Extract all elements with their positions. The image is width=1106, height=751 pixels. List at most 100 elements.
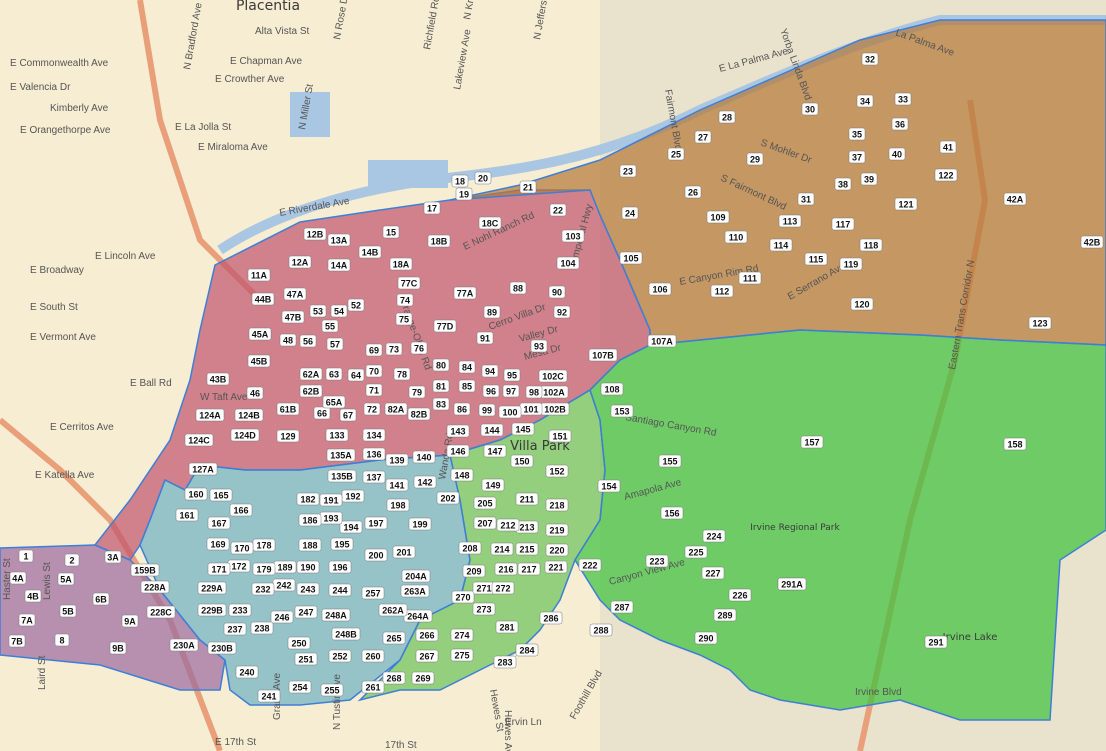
zone-label[interactable]: 77A [453,286,477,300]
zone-label[interactable]: 39 [860,172,878,186]
zone-label[interactable]: 268 [382,671,406,685]
zone-label[interactable]: 192 [341,489,365,503]
zone-label[interactable]: 148 [450,468,474,482]
zone-label[interactable]: 286 [539,611,563,625]
zone-label[interactable]: 157 [800,435,824,449]
zone-label[interactable]: 233 [228,603,252,617]
zone-label[interactable]: 47B [281,310,305,324]
zone-label[interactable]: 190 [296,560,320,574]
zone-label[interactable]: 74 [396,293,414,307]
zone-label[interactable]: 84 [458,360,476,374]
zone-label[interactable]: 89 [483,305,501,319]
zone-label[interactable]: 70 [365,364,383,378]
zone-label[interactable]: 57 [326,337,344,351]
zone-label[interactable]: 113 [778,214,802,228]
zone-label[interactable]: 257 [361,586,385,600]
zone-label[interactable]: 17 [423,201,441,215]
zone-label[interactable]: 118 [859,238,883,252]
zone-label[interactable]: 207 [473,516,497,530]
zone-label[interactable]: 217 [517,562,541,576]
zone-label[interactable]: 156 [660,506,684,520]
zone-label[interactable]: 23 [619,164,637,178]
zone-label[interactable]: 248B [331,627,361,641]
zone-label[interactable]: 40 [888,147,906,161]
zone-label[interactable]: 214 [490,542,514,556]
zone-label[interactable]: 101 [519,402,543,416]
zone-label[interactable]: 94 [481,364,499,378]
zone-label[interactable]: 165 [209,488,233,502]
zone-label[interactable]: 54 [330,304,348,318]
zone-label[interactable]: 225 [684,545,708,559]
zone-label[interactable]: 33 [894,92,912,106]
zone-label[interactable]: 85 [458,379,476,393]
zone-label[interactable]: 145 [511,422,535,436]
zone-label[interactable]: 6B [92,592,110,606]
zone-label[interactable]: 134 [362,428,386,442]
zone-label[interactable]: 18C [478,216,502,230]
zone-label[interactable]: 230A [169,638,199,652]
zone-label[interactable]: 44B [251,292,275,306]
zone-label[interactable]: 135B [327,469,357,483]
zone-label[interactable]: 82B [407,407,431,421]
zone-label[interactable]: 288 [589,623,613,637]
zone-label[interactable]: 62B [299,384,323,398]
zone-label[interactable]: 123 [1028,316,1052,330]
zone-label[interactable]: 88 [509,281,527,295]
zone-label[interactable]: 202 [436,491,460,505]
zone-label[interactable]: 155 [658,454,682,468]
zone-label[interactable]: 64 [347,368,365,382]
zone-label[interactable]: 7A [18,613,36,627]
zone-label[interactable]: 67 [339,408,357,422]
zone-label[interactable]: 26 [684,185,702,199]
zone-label[interactable]: 140 [412,450,436,464]
zone-label[interactable]: 144 [480,423,504,437]
zone-label[interactable]: 38 [834,177,852,191]
zone-label[interactable]: 238 [250,621,274,635]
zone-label[interactable]: 226 [728,588,752,602]
zone-label[interactable]: 19 [455,187,473,201]
zone-label[interactable]: 228C [146,605,176,619]
zone-label[interactable]: 179 [252,562,276,576]
zone-label[interactable]: 240 [235,665,259,679]
zone-label[interactable]: 66 [313,406,331,420]
zone-label[interactable]: 110 [724,230,748,244]
zone-label[interactable]: 12B [303,227,327,241]
zone-label[interactable]: 198 [386,498,410,512]
zone-label[interactable]: 124C [184,433,214,447]
zone-label[interactable]: 96 [482,384,500,398]
zone-label[interactable]: 158 [1003,437,1027,451]
zone-label[interactable]: 227 [701,566,725,580]
zone-label[interactable]: 45B [247,354,271,368]
zone-label[interactable]: 61B [276,402,300,416]
zone-label[interactable]: 12A [288,255,312,269]
zone-label[interactable]: 182 [296,492,320,506]
zone-label[interactable]: 264A [403,609,433,623]
zone-label[interactable]: 270 [451,590,475,604]
zone-label[interactable]: 291 [924,635,948,649]
zone-label[interactable]: 290 [694,631,718,645]
zone-label[interactable]: 178 [252,538,276,552]
zone-label[interactable]: 53 [309,304,327,318]
zone-label[interactable]: 212 [496,518,520,532]
zone-label[interactable]: 98 [525,385,543,399]
zone-label[interactable]: 283 [493,655,517,669]
zone-label[interactable]: 161 [175,508,199,522]
zone-label[interactable]: 104 [556,256,580,270]
zone-label[interactable]: 46 [246,386,264,400]
zone-label[interactable]: 215 [515,542,539,556]
zone-label[interactable]: 9B [109,641,127,655]
zone-label[interactable]: 18 [451,174,469,188]
zone-label[interactable]: 62A [299,367,323,381]
zone-label[interactable]: 218 [545,498,569,512]
zone-label[interactable]: 31 [797,192,815,206]
map-canvas[interactable]: PlacentiaVilla ParkIrvine Regional ParkI… [0,0,1106,751]
zone-label[interactable]: 193 [319,511,343,525]
zone-label[interactable]: 112 [710,284,734,298]
zone-label[interactable]: 14B [358,245,382,259]
zone-label[interactable]: 223 [645,554,669,568]
zone-label[interactable]: 90 [548,285,566,299]
zone-label[interactable]: 2 [64,553,80,567]
zone-label[interactable]: 13A [327,233,351,247]
zone-label[interactable]: 95 [503,368,521,382]
zone-label[interactable]: 220 [545,543,569,557]
